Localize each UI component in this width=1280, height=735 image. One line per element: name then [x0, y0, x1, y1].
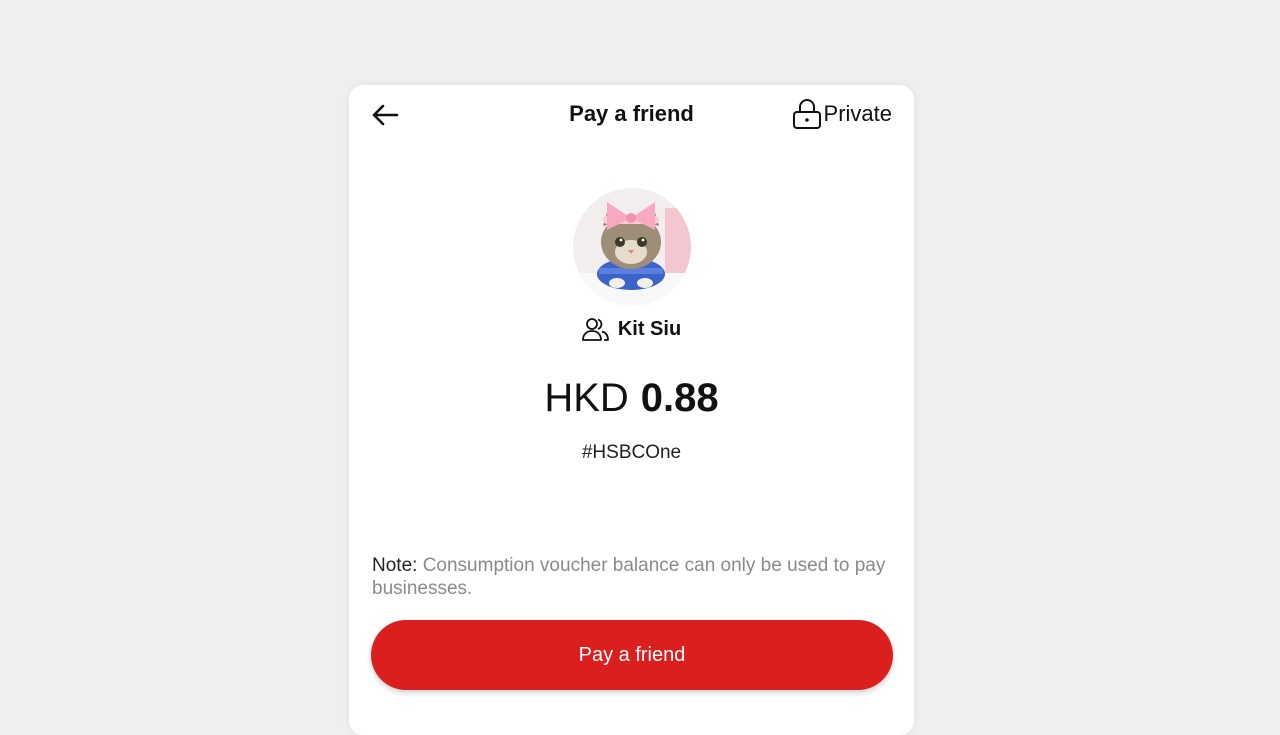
cat-avatar-image: [573, 188, 691, 306]
payment-message: #HSBCOne: [581, 442, 682, 463]
recipient-avatar: [573, 188, 691, 306]
recipient-info: Kit Siu: [349, 316, 914, 342]
pay-friend-button[interactable]: Pay a friend: [371, 620, 893, 690]
note-label: Note:: [372, 555, 418, 576]
people-icon: [581, 318, 609, 341]
amount-currency: HKD: [544, 376, 629, 420]
voucher-note: Note: Consumption voucher balance can on…: [372, 554, 892, 600]
pay-friend-card: Pay a friend Private Kit Siu HKD 0.88 #H…: [349, 85, 914, 735]
recipient-name: Kit Siu: [617, 317, 682, 340]
lock-icon: [792, 99, 821, 129]
payment-amount: HKD 0.88: [349, 376, 914, 421]
privacy-toggle[interactable]: Private: [792, 98, 892, 130]
amount-value: 0.88: [640, 376, 719, 420]
note-text: Consumption voucher balance can only be …: [372, 555, 886, 599]
privacy-label: Private: [823, 101, 892, 126]
